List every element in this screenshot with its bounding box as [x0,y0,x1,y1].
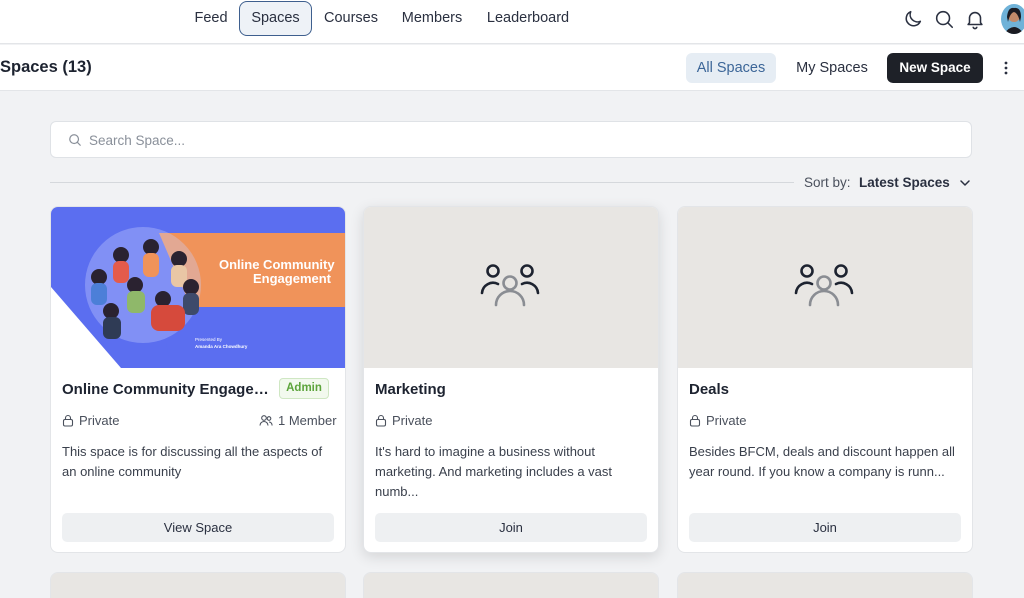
sort-dropdown[interactable]: Latest Spaces [859,175,950,190]
space-card[interactable]: Online Community Engagement Presented By… [50,206,346,553]
space-title[interactable]: Deals [689,381,959,398]
join-button[interactable]: Join [375,513,647,542]
search-icon [69,134,81,146]
space-cover-placeholder [51,573,345,598]
space-cover-placeholder [364,573,658,598]
moon-icon[interactable] [902,8,924,30]
member-count-label: 1 Member [278,413,337,428]
privacy-label: Private [706,413,747,428]
spaces-header: Spaces (13) All Spaces My Spaces New Spa… [0,45,1024,91]
space-title[interactable]: Online Community Engagem... [62,381,272,398]
space-title[interactable]: Marketing [375,381,645,398]
new-space-button[interactable]: New Space [887,53,983,83]
space-card-partial[interactable] [677,572,973,598]
space-card[interactable]: Marketing Private It's hard to imagine a… [363,206,659,553]
cover-author: Amanda Ara Chowdhury [195,344,248,349]
admin-badge: Admin [279,378,329,399]
nav-courses[interactable]: Courses [318,1,384,36]
nav-members[interactable]: Members [394,1,470,36]
search-input[interactable] [89,130,949,150]
page-title: Spaces (13) [0,58,92,76]
user-avatar[interactable] [1001,4,1024,34]
divider [50,182,794,183]
tab-my-spaces[interactable]: My Spaces [787,53,877,83]
space-description: It's hard to imagine a business without … [375,444,613,499]
member-count: 1 Member [259,413,337,428]
group-icon [794,264,854,307]
space-cover-placeholder [678,207,972,368]
cover-heading-line2: Engagement [253,271,332,286]
nav-spaces[interactable]: Spaces [239,1,312,36]
space-description: This space is for discussing all the asp… [62,444,323,479]
lock-icon [62,414,74,427]
cover-presented-by: Presented By [195,337,223,342]
search-icon[interactable] [933,8,955,30]
space-card-partial[interactable] [50,572,346,598]
tab-all-spaces[interactable]: All Spaces [686,53,776,83]
nav-leaderboard[interactable]: Leaderboard [480,1,576,36]
space-card[interactable]: Deals Private Besides BFCM, deals and di… [677,206,973,553]
space-card-partial[interactable] [363,572,659,598]
space-cover-placeholder [678,573,972,598]
nav-feed[interactable]: Feed [185,1,237,36]
chevron-down-icon[interactable] [959,177,971,189]
group-icon [480,264,540,307]
privacy-status: Private [375,413,432,428]
space-description: Besides BFCM, deals and discount happen … [689,444,955,479]
space-cover-placeholder [364,207,658,368]
cover-heading-line1: Online Community [219,257,335,272]
more-options-icon[interactable] [1000,59,1012,77]
privacy-label: Private [79,413,120,428]
privacy-status: Private [62,413,119,428]
bell-icon[interactable] [964,8,986,30]
top-nav: Feed Spaces Courses Members Leaderboard [0,0,1024,44]
search-box [50,121,972,158]
join-button[interactable]: Join [689,513,961,542]
members-icon [259,415,273,426]
lock-icon [375,414,387,427]
privacy-status: Private [689,413,746,428]
lock-icon [689,414,701,427]
sort-label: Sort by: [804,175,851,190]
privacy-label: Private [392,413,433,428]
view-space-button[interactable]: View Space [62,513,334,542]
space-cover-image: Online Community Engagement Presented By… [51,207,345,368]
